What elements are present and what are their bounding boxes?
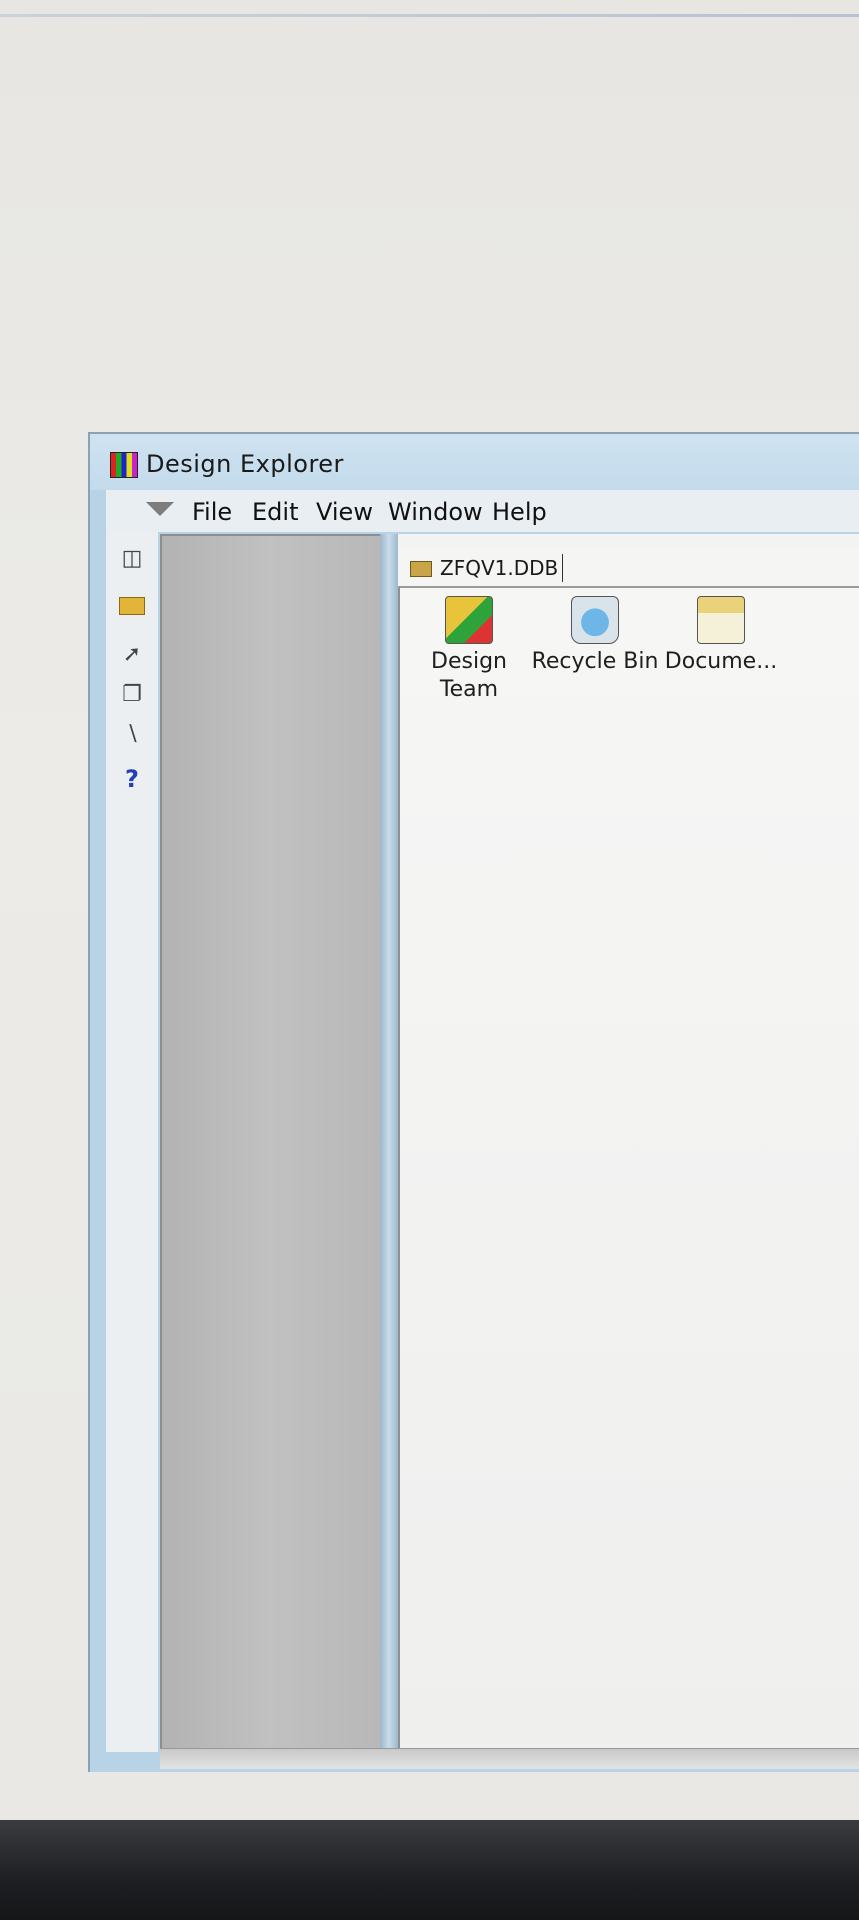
menu-arrow-icon[interactable] bbox=[146, 502, 174, 516]
folder-tab[interactable]: ZFQV1.DDB bbox=[398, 548, 859, 588]
help-icon[interactable]: ? bbox=[116, 764, 148, 794]
copy-icon[interactable]: ❐ bbox=[116, 680, 148, 710]
pane-splitter[interactable] bbox=[380, 534, 398, 1748]
explorer-icon[interactable]: ◫ bbox=[116, 544, 148, 574]
item-label: Design Team bbox=[431, 649, 507, 702]
folder-icon bbox=[410, 561, 432, 577]
item-label: Recycle Bin bbox=[531, 649, 659, 674]
menu-window[interactable]: Window bbox=[388, 498, 483, 526]
menu-bar: File Edit View Window Help bbox=[106, 490, 859, 532]
item-recycle-bin[interactable]: Recycle Bin bbox=[530, 588, 660, 676]
item-documents[interactable]: Docume... bbox=[656, 588, 786, 676]
left-toolbar: ◫ ➚ ❐ ∖ ? bbox=[106, 532, 158, 1752]
open-folder-icon[interactable] bbox=[116, 590, 148, 620]
design-explorer-window[interactable]: Design Explorer File Edit View Window He… bbox=[88, 432, 859, 1772]
monitor-bezel bbox=[0, 1820, 859, 1920]
window-title: Design Explorer bbox=[146, 450, 344, 478]
pencil-icon[interactable]: ∖ bbox=[116, 720, 148, 750]
tab-label: ZFQV1.DDB bbox=[440, 556, 559, 580]
wire-tool-icon[interactable]: ➚ bbox=[116, 640, 148, 670]
menu-edit[interactable]: Edit bbox=[252, 498, 298, 526]
items-area: Design Team Recycle Bin Docume... bbox=[398, 588, 859, 1748]
menu-view[interactable]: View bbox=[316, 498, 373, 526]
background-window-edge bbox=[0, 14, 859, 17]
documents-folder-icon bbox=[697, 596, 745, 644]
app-icon bbox=[110, 452, 138, 478]
horizontal-scrollbar[interactable] bbox=[160, 1748, 859, 1769]
item-label: Docume... bbox=[664, 649, 778, 674]
tab-separator bbox=[562, 554, 563, 582]
item-design-team[interactable]: Design Team bbox=[404, 588, 534, 704]
title-bar[interactable]: Design Explorer bbox=[90, 434, 859, 490]
recycle-bin-icon bbox=[571, 596, 619, 644]
menu-file[interactable]: File bbox=[192, 498, 232, 526]
design-team-icon bbox=[445, 596, 493, 644]
explorer-tree-pane[interactable] bbox=[160, 534, 380, 1750]
menu-help[interactable]: Help bbox=[492, 498, 547, 526]
desktop: Design Explorer File Edit View Window He… bbox=[0, 0, 859, 1920]
document-pane: ZFQV1.DDB Design Team Recycle Bin Docume… bbox=[398, 534, 859, 1748]
